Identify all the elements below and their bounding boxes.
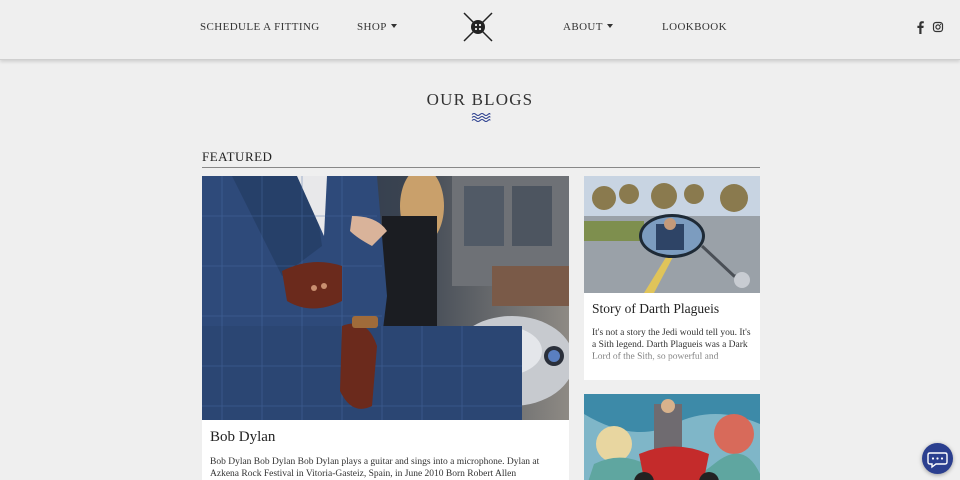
featured-main-excerpt: Bob Dylan Bob Dylan Bob Dylan plays a gu… bbox=[210, 457, 540, 479]
nav-shop-label: SHOP bbox=[357, 21, 387, 33]
nav-about-label: ABOUT bbox=[563, 21, 603, 33]
man-in-blue-suit-on-motorcycle-photo[interactable] bbox=[202, 176, 569, 420]
featured-main-title[interactable]: Bob Dylan bbox=[210, 429, 275, 446]
featured-side-card[interactable]: Story of Darth Plagueis It's not a story… bbox=[584, 176, 760, 380]
side-card-title[interactable]: Story of Darth Plagueis bbox=[592, 301, 719, 317]
featured-main-card[interactable]: Bob Dylan Bob Dylan Bob Dylan Bob Dylan … bbox=[202, 176, 569, 480]
couple-on-red-motorcycle-mural-photo[interactable] bbox=[584, 394, 760, 480]
nav-about[interactable]: ABOUT bbox=[563, 21, 613, 33]
excerpt-fade bbox=[584, 348, 760, 364]
crossed-needles-button-icon[interactable] bbox=[461, 10, 495, 44]
page-title: OUR BLOGS bbox=[426, 90, 534, 109]
featured-side-card-2[interactable] bbox=[584, 394, 760, 480]
chevron-down-icon bbox=[390, 24, 397, 29]
featured-heading: FEATURED bbox=[202, 149, 273, 164]
nav-lookbook[interactable]: LOOKBOOK bbox=[662, 21, 727, 33]
chat-bubble-icon bbox=[927, 452, 948, 469]
motorcycle-mirror-reflection-photo[interactable] bbox=[584, 176, 760, 293]
instagram-icon[interactable] bbox=[932, 20, 944, 34]
site-header: SCHEDULE A FITTING SHOP ABOUT LOOKBOOK bbox=[0, 0, 960, 60]
chevron-down-icon bbox=[606, 24, 613, 29]
facebook-icon[interactable] bbox=[914, 20, 926, 34]
featured-divider bbox=[202, 167, 760, 168]
chat-button[interactable] bbox=[922, 443, 953, 474]
nav-shop[interactable]: SHOP bbox=[357, 21, 397, 33]
nav-schedule-fitting[interactable]: SCHEDULE A FITTING bbox=[200, 21, 320, 33]
wave-icon bbox=[471, 113, 491, 122]
